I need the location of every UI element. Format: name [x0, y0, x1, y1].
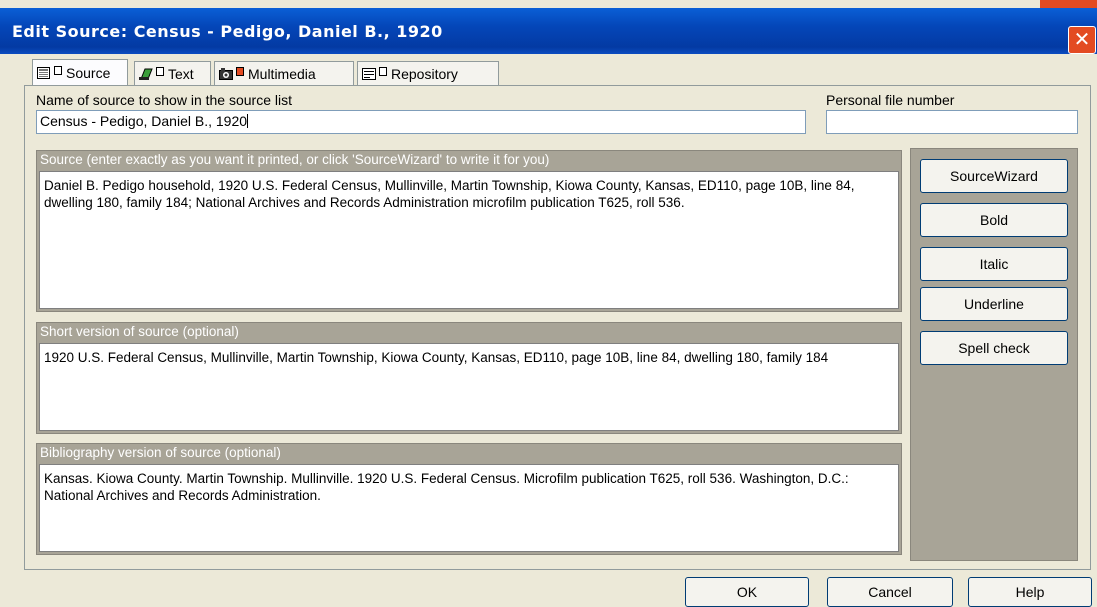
window-top-strip [1040, 0, 1097, 8]
window-title: Edit Source: Census - Pedigo, Daniel B.,… [12, 22, 443, 41]
underline-button[interactable]: Underline [920, 287, 1068, 321]
tab-source[interactable]: Source [32, 59, 128, 85]
sourcewizard-button[interactable]: SourceWizard [920, 159, 1068, 193]
file-number-input[interactable] [826, 110, 1078, 134]
title-bar: Edit Source: Census - Pedigo, Daniel B.,… [0, 8, 1097, 54]
short-header: Short version of source (optional) [40, 324, 239, 339]
repository-icon [362, 63, 376, 80]
source-name-input[interactable]: Census - Pedigo, Daniel B., 1920 [36, 110, 806, 134]
file-number-label: Personal file number [826, 92, 955, 108]
bold-button[interactable]: Bold [920, 203, 1068, 237]
tab-label: Multimedia [248, 66, 316, 82]
close-button[interactable]: ✕ [1068, 26, 1096, 54]
camera-icon [219, 63, 233, 80]
tab-label: Repository [391, 66, 458, 82]
tab-multimedia[interactable]: Multimedia [214, 61, 354, 85]
tab-marker [236, 67, 244, 76]
bibliography-header: Bibliography version of source (optional… [40, 445, 281, 460]
text-caret [247, 114, 249, 128]
tab-marker [379, 67, 387, 76]
spell-check-button[interactable]: Spell check [920, 331, 1068, 365]
bibliography-group: Bibliography version of source (optional… [36, 443, 902, 555]
cancel-button[interactable]: Cancel [827, 577, 953, 607]
tab-marker [156, 67, 164, 76]
short-textarea[interactable]: 1920 U.S. Federal Census, Mullinville, M… [39, 343, 899, 431]
short-group: Short version of source (optional) 1920 … [36, 322, 902, 434]
tab-label: Source [66, 65, 111, 81]
name-label: Name of source to show in the source lis… [36, 92, 293, 108]
bibliography-textarea[interactable]: Kansas. Kiowa County. Martin Township. M… [39, 464, 899, 552]
tab-marker [54, 66, 62, 75]
help-button[interactable]: Help [968, 577, 1092, 607]
ok-button[interactable]: OK [685, 577, 809, 607]
tab-repository[interactable]: Repository [357, 61, 499, 85]
source-name-value: Census - Pedigo, Daniel B., 1920 [40, 113, 248, 129]
source-header: Source (enter exactly as you want it pri… [40, 152, 550, 167]
tab-text[interactable]: Text [134, 61, 211, 85]
source-textarea[interactable]: Daniel B. Pedigo household, 1920 U.S. Fe… [39, 171, 899, 309]
source-icon [37, 61, 51, 79]
formatting-sidebar: SourceWizard Bold Italic Underline Spell… [910, 148, 1078, 561]
text-icon [139, 63, 153, 80]
source-group: Source (enter exactly as you want it pri… [36, 150, 902, 312]
italic-button[interactable]: Italic [920, 247, 1068, 281]
tab-label: Text [168, 66, 194, 82]
